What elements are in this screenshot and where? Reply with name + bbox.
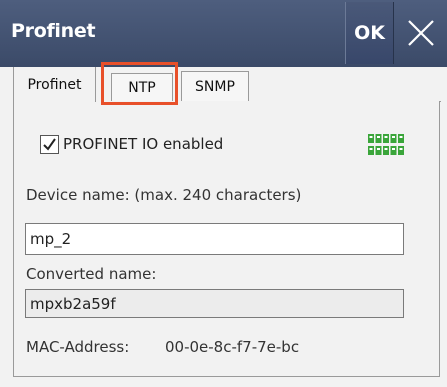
title-bar: Profinet OK	[0, 0, 447, 67]
window-title: Profinet	[11, 20, 96, 42]
profinet-io-enabled-checkbox[interactable]	[40, 135, 59, 154]
close-button[interactable]	[394, 2, 447, 64]
close-icon	[407, 20, 434, 46]
profinet-io-enabled-label[interactable]: PROFINET IO enabled	[63, 135, 223, 153]
mac-address-value: 00-0e-8c-f7-7e-bc	[165, 338, 300, 356]
profinet-logo	[367, 132, 406, 157]
device-name-label: Device name: (max. 240 characters)	[26, 186, 302, 204]
converted-name-label: Converted name:	[26, 265, 157, 283]
mac-address-label: MAC-Address:	[26, 338, 130, 356]
tab-profinet[interactable]: Profinet	[13, 67, 96, 102]
ntp-tab-highlight	[101, 62, 178, 105]
device-name-input[interactable]: mp_2	[25, 223, 404, 255]
tab-snmp[interactable]: SNMP	[181, 71, 249, 101]
converted-name-field: mpxb2a59f	[25, 289, 404, 318]
checkmark-icon	[43, 138, 56, 151]
ok-button[interactable]: OK	[345, 2, 394, 64]
